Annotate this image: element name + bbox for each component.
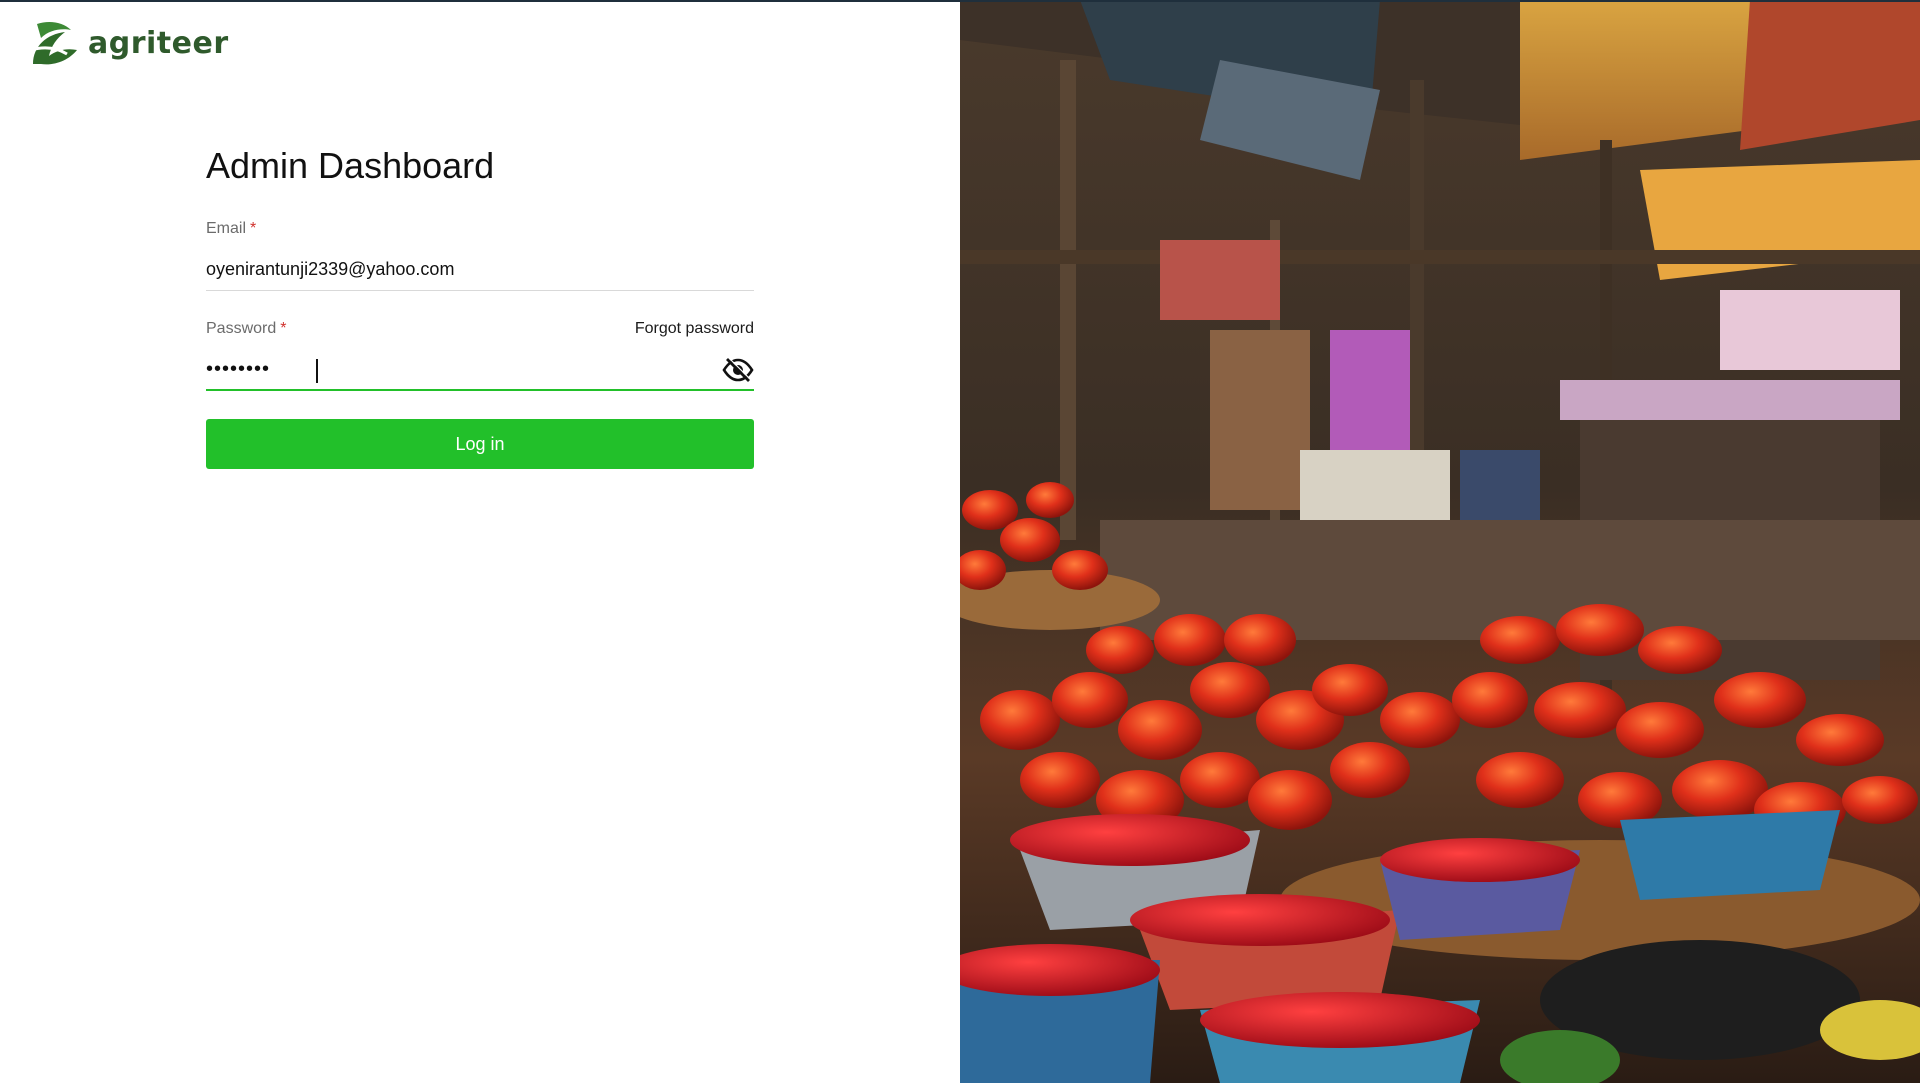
password-required-mark: * <box>280 320 287 337</box>
password-field[interactable] <box>206 349 754 389</box>
email-field[interactable] <box>206 249 754 290</box>
top-border <box>0 0 1920 2</box>
brand-name: agriteer <box>88 26 229 61</box>
forgot-password-link[interactable]: Forgot password <box>635 320 754 338</box>
email-label: Email * <box>206 220 257 237</box>
email-field-wrap <box>206 249 754 291</box>
eye-slash-icon[interactable] <box>722 357 754 383</box>
email-required-mark: * <box>250 220 257 237</box>
agriteer-leaf-logo-icon <box>30 22 77 65</box>
login-panel: agriteer Admin Dashboard Email* Password… <box>0 0 960 1083</box>
password-field-wrap <box>206 349 754 391</box>
brand-logo[interactable]: agriteer <box>27 20 229 67</box>
text-caret <box>316 359 318 383</box>
hero-image <box>960 0 1920 1083</box>
email-field-group: Email * <box>206 219 754 291</box>
login-button[interactable]: Log in <box>206 419 754 469</box>
password-label: Password * <box>206 320 287 337</box>
market-photo <box>960 0 1920 1083</box>
password-field-group: Password * Forgot password <box>206 319 754 391</box>
page-title: Admin Dashboard <box>206 145 495 186</box>
login-form: Admin Dashboard Email* Password* Forgot … <box>206 145 754 469</box>
